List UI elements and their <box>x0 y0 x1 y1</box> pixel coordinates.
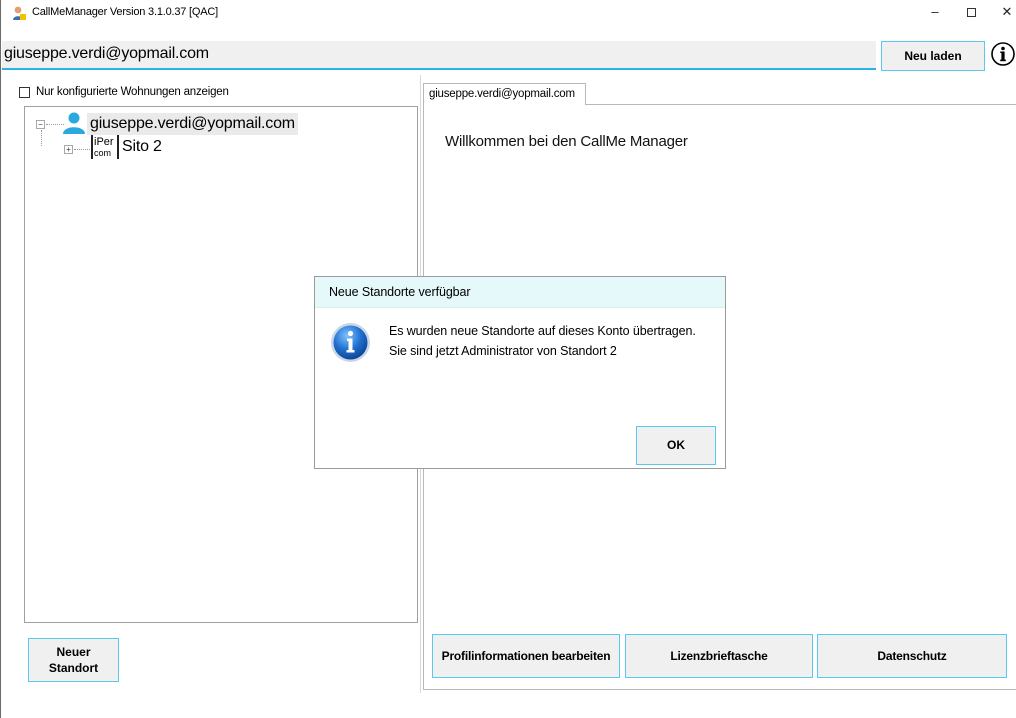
dialog-message-line1: Es wurden neue Standorte auf dieses Kont… <box>389 324 696 338</box>
tree-site-node[interactable]: Sito 2 <box>122 137 162 157</box>
tree-expand-icon[interactable]: + <box>64 145 73 154</box>
configured-only-label: Nur konfigurierte Wohnungen anzeigen <box>36 86 229 98</box>
filter-row: Nur konfigurierte Wohnungen anzeigen <box>18 84 418 102</box>
new-site-label-line1: Neuer <box>56 645 91 659</box>
welcome-text: Willkommen bei den CallMe Manager <box>445 133 688 150</box>
tree-collapse-icon[interactable]: − <box>36 120 45 129</box>
account-email: giuseppe.verdi@yopmail.com <box>4 45 209 62</box>
tree-account-node[interactable]: giuseppe.verdi@yopmail.com <box>87 113 298 135</box>
new-site-button[interactable]: Neuer Standort <box>28 638 119 682</box>
tree-connector <box>41 130 42 146</box>
tab-account[interactable]: giuseppe.verdi@yopmail.com <box>423 83 586 105</box>
app-window: CallMeManager Version 3.1.0.37 [QAC] – ✕… <box>0 0 1016 718</box>
ok-button[interactable]: OK <box>636 426 716 465</box>
title-bar: CallMeManager Version 3.1.0.37 [QAC] – ✕ <box>1 0 1016 36</box>
minimize-button[interactable]: – <box>925 4 945 20</box>
info-icon <box>331 323 370 362</box>
dialog-message-line2: Sie sind jetzt Administrator von Standor… <box>389 344 617 358</box>
maximize-icon <box>966 8 976 18</box>
account-bar: giuseppe.verdi@yopmail.com <box>2 41 876 70</box>
new-site-label-line2: Standort <box>48 661 99 675</box>
reload-button[interactable]: Neu laden <box>881 41 985 71</box>
edit-profile-button[interactable]: Profilinformationen bearbeiten <box>432 634 620 678</box>
user-icon <box>63 112 85 134</box>
new-sites-dialog: Neue Standorte verfügbar Es wurden neue … <box>314 276 726 469</box>
tree-connector <box>74 149 90 150</box>
ipercom-logo-icon: iPer com <box>91 135 119 161</box>
close-button[interactable]: ✕ <box>997 4 1016 20</box>
license-wallet-button[interactable]: Lizenzbrieftasche <box>625 634 813 678</box>
privacy-button[interactable]: Datenschutz <box>817 634 1007 678</box>
app-user-icon <box>13 6 26 20</box>
window-title: CallMeManager Version 3.1.0.37 [QAC] <box>32 6 219 18</box>
info-icon[interactable] <box>990 40 1016 70</box>
maximize-button[interactable] <box>961 4 981 20</box>
configured-only-checkbox[interactable] <box>19 87 30 98</box>
dialog-message: Es wurden neue Standorte auf dieses Kont… <box>389 321 696 361</box>
dialog-title: Neue Standorte verfügbar <box>315 277 725 308</box>
